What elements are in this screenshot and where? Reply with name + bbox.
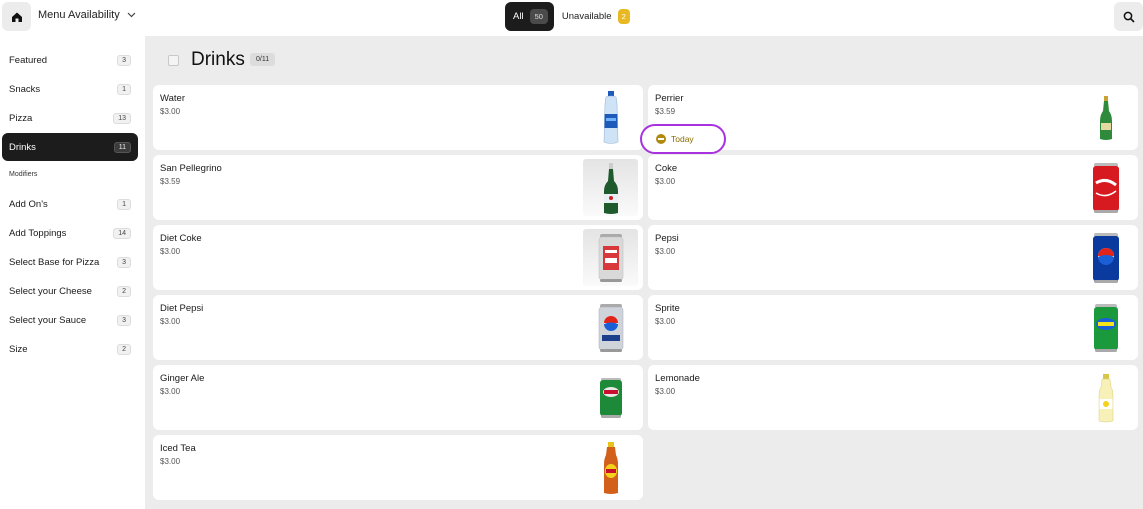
sidebar-item-pizza[interactable]: Pizza 13 — [2, 104, 138, 132]
sidebar-item-add-toppings[interactable]: Add Toppings 14 — [2, 219, 138, 247]
item-card-ginger-ale[interactable]: Ginger Ale $3.00 — [153, 365, 643, 430]
item-name: Perrier — [655, 93, 684, 104]
sidebar-item-count: 3 — [117, 54, 131, 66]
item-card-lemonade[interactable]: Lemonade $3.00 — [648, 365, 1138, 430]
item-name: Pepsi — [655, 233, 679, 244]
item-name: Sprite — [655, 303, 680, 314]
item-name: Coke — [655, 163, 678, 174]
item-name: Iced Tea — [160, 443, 196, 454]
filter-unavailable-button[interactable]: Unavailable 2 — [554, 2, 638, 31]
sidebar-item-label: Featured — [9, 54, 48, 66]
sidebar-item-label: Size — [9, 343, 28, 355]
item-card-water[interactable]: Water $3.00 — [153, 85, 643, 150]
home-icon — [11, 12, 22, 22]
availability-filter: All 50 Unavailable 2 — [505, 2, 638, 31]
filter-all-label: All — [513, 11, 524, 22]
item-price: $3.00 — [655, 387, 676, 396]
filter-unavailable-count: 2 — [617, 9, 630, 24]
select-all-checkbox[interactable] — [168, 55, 179, 66]
sidebar-item-select-sauce[interactable]: Select your Sauce 3 — [2, 306, 138, 334]
item-name: San Pellegrino — [160, 163, 222, 174]
green-bottle-icon — [1078, 89, 1133, 146]
drinks-panel: Drinks 0/11 Water $3.00 Perrier $3.59 Sa… — [145, 36, 1143, 509]
unavailable-minus-icon — [656, 134, 666, 144]
silver-can-icon — [583, 229, 638, 286]
category-sidebar: Featured 3 Snacks 1 Pizza 13 Drinks 11 M… — [0, 36, 145, 509]
sidebar-item-featured[interactable]: Featured 3 — [2, 46, 138, 74]
sidebar-item-count: 11 — [113, 141, 131, 153]
sidebar-item-count: 14 — [113, 227, 131, 239]
item-price: $3.59 — [160, 177, 181, 186]
item-price: $3.00 — [160, 387, 181, 396]
page-title-dropdown[interactable]: Menu Availability — [38, 9, 136, 21]
category-title: Drinks — [191, 49, 245, 70]
sidebar-item-label: Select your Sauce — [9, 314, 87, 326]
lemonade-bottle-icon — [1078, 369, 1133, 426]
sidebar-item-label: Snacks — [9, 83, 41, 95]
sidebar-item-snacks[interactable]: Snacks 1 — [2, 75, 138, 103]
item-price: $3.00 — [655, 247, 676, 256]
sidebar-item-label: Add On's — [9, 198, 48, 210]
sidebar-item-count: 1 — [117, 198, 131, 210]
item-name: Ginger Ale — [160, 373, 205, 384]
item-card-pepsi[interactable]: Pepsi $3.00 — [648, 225, 1138, 290]
sidebar-item-label: Select your Cheese — [9, 285, 92, 297]
green-bottle-icon — [583, 159, 638, 216]
item-price: $3.00 — [655, 177, 676, 186]
item-card-diet-pepsi[interactable]: Diet Pepsi $3.00 — [153, 295, 643, 360]
today-availability-badge[interactable]: Today — [640, 124, 726, 154]
sidebar-item-count: 2 — [117, 285, 131, 297]
item-card-sprite[interactable]: Sprite $3.00 — [648, 295, 1138, 360]
item-price: $3.00 — [160, 247, 181, 256]
sidebar-item-drinks[interactable]: Drinks 11 — [2, 133, 138, 161]
item-name: Diet Coke — [160, 233, 202, 244]
sidebar-item-size[interactable]: Size 2 — [2, 335, 138, 363]
sidebar-item-label: Add Toppings — [9, 227, 67, 239]
item-card-coke[interactable]: Coke $3.00 — [648, 155, 1138, 220]
sidebar-item-count: 3 — [117, 314, 131, 326]
modifiers-header: Modifiers — [9, 171, 38, 178]
tea-bottle-icon — [583, 439, 638, 496]
sidebar-item-label: Select Base for Pizza — [9, 256, 100, 268]
sidebar-item-count: 2 — [117, 343, 131, 355]
water-bottle-icon — [583, 89, 638, 146]
today-badge-label: Today — [671, 134, 694, 144]
sidebar-item-select-base[interactable]: Select Base for Pizza 3 — [2, 248, 138, 276]
item-price: $3.00 — [655, 317, 676, 326]
home-button[interactable] — [2, 2, 31, 31]
red-can-icon — [1078, 159, 1133, 216]
sidebar-item-select-cheese[interactable]: Select your Cheese 2 — [2, 277, 138, 305]
item-card-iced-tea[interactable]: Iced Tea $3.00 — [153, 435, 643, 500]
sidebar-item-count: 1 — [117, 83, 131, 95]
item-name: Lemonade — [655, 373, 700, 384]
search-icon — [1123, 11, 1135, 23]
category-availability-count: 0/11 — [250, 53, 276, 66]
top-bar: Menu Availability All 50 Unavailable 2 — [0, 0, 1143, 36]
chevron-down-icon — [127, 12, 136, 18]
filter-all-button[interactable]: All 50 — [505, 2, 554, 31]
page-title: Menu Availability — [38, 9, 120, 21]
search-button[interactable] — [1114, 2, 1143, 31]
filter-unavailable-label: Unavailable — [561, 11, 612, 22]
green-can-icon — [583, 369, 638, 426]
item-price: $3.59 — [655, 107, 676, 116]
sidebar-item-label: Pizza — [9, 112, 33, 124]
silver-blue-can-icon — [583, 299, 638, 356]
item-price: $3.00 — [160, 457, 181, 466]
sidebar-item-count: 13 — [113, 112, 131, 124]
item-name: Diet Pepsi — [160, 303, 204, 314]
item-name: Water — [160, 93, 185, 104]
blue-can-icon — [1078, 229, 1133, 286]
item-card-diet-coke[interactable]: Diet Coke $3.00 — [153, 225, 643, 290]
sidebar-item-add-ons[interactable]: Add On's 1 — [2, 190, 138, 218]
green-can-icon — [1078, 299, 1133, 356]
sidebar-item-label: Drinks — [9, 141, 36, 153]
filter-all-count: 50 — [529, 9, 548, 24]
item-price: $3.00 — [160, 107, 181, 116]
item-card-san-pellegrino[interactable]: San Pellegrino $3.59 — [153, 155, 643, 220]
sidebar-item-count: 3 — [117, 256, 131, 268]
item-price: $3.00 — [160, 317, 181, 326]
